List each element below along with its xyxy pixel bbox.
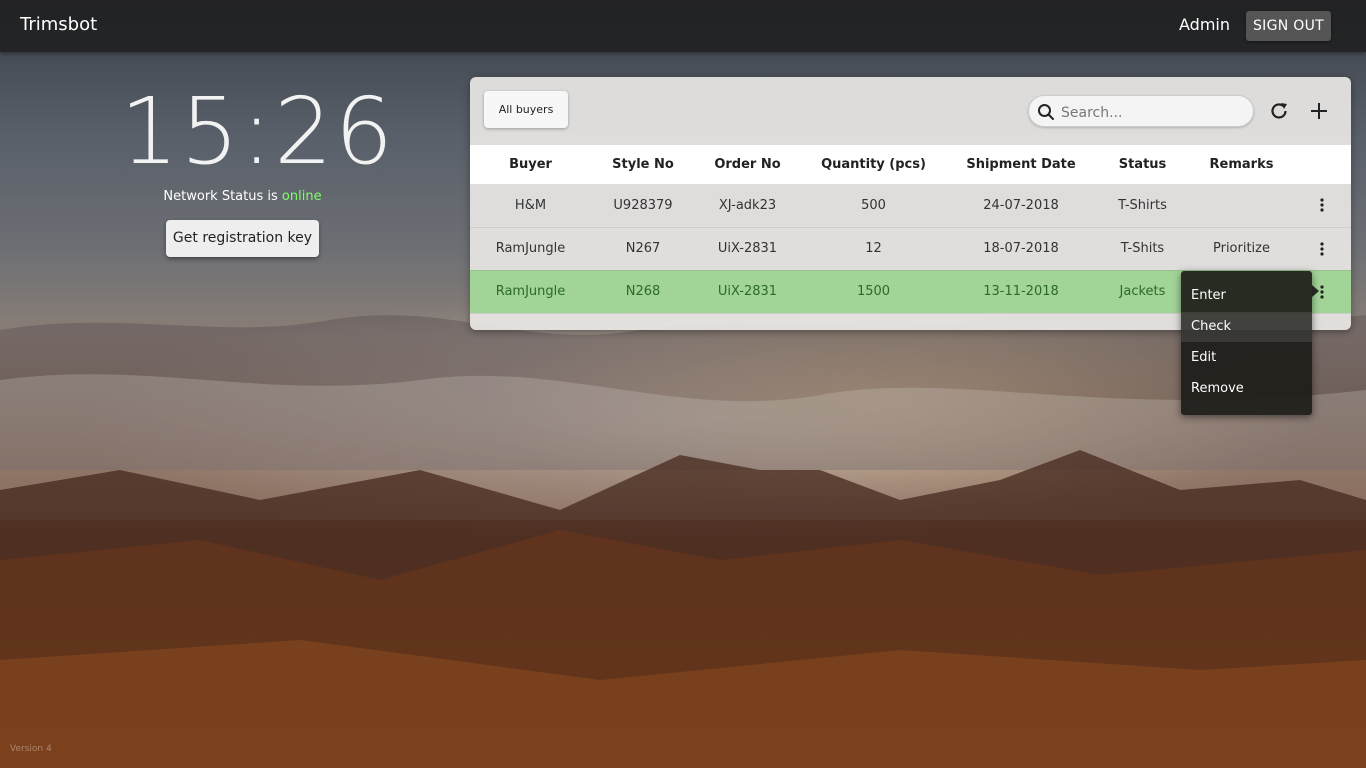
search-input[interactable] [1059,101,1248,125]
menu-item-edit[interactable]: Edit [1181,343,1312,373]
user-name: Admin [1179,15,1230,34]
buyer-filter-button[interactable]: All buyers [484,91,568,128]
cell-status: T-Shits [1120,241,1165,256]
column-header-order-no[interactable]: Order No [695,145,800,184]
cell-remarks: Prioritize [1212,241,1270,256]
cell-buyer: RamJungle [495,241,566,256]
cell-status: Jackets [1119,284,1166,299]
cell-quantity: 500 [861,197,886,213]
more-vert-icon[interactable] [1315,197,1329,213]
row-context-menu: Enter Check Edit Remove [1181,271,1319,415]
cell-style-no: N268 [625,284,661,299]
cell-status: T-Shirts [1118,197,1167,213]
refresh-icon[interactable] [1268,100,1290,122]
sign-out-button[interactable]: SIGN OUT [1246,11,1331,41]
menu-item-remove[interactable]: Remove [1181,374,1312,404]
app-title[interactable]: Trimsbot [20,14,97,35]
search-box [1028,95,1254,127]
network-status-value: online [281,189,322,204]
cell-style-no: U928379 [613,197,673,213]
network-status: Network Status is online [120,189,365,204]
cell-order-no: XJ-adk23 [718,197,777,213]
column-header-remarks[interactable]: Remarks [1190,145,1293,184]
cell-order-no: UiX-2831 [717,241,778,256]
version-label: Version 4 [10,744,52,754]
table-header-row: Buyer Style No Order No Quantity (pcs) S… [470,145,1351,184]
row-actions-cell [1293,227,1351,270]
search-icon [1038,104,1054,120]
network-status-label: Network Status is [163,189,282,204]
cell-buyer: H&M [514,197,547,213]
clock-display: 15:26 [120,78,396,185]
cell-shipment-date: 18-07-2018 [983,241,1059,256]
cell-shipment-date: 13-11-2018 [983,284,1059,299]
menu-item-check[interactable]: Check [1181,312,1312,342]
cell-shipment-date: 24-07-2018 [983,197,1059,213]
cell-quantity: 1500 [856,284,891,299]
cell-remarks [1190,184,1293,227]
plus-icon[interactable] [1308,100,1330,122]
get-registration-key-button[interactable]: Get registration key [166,220,319,257]
table-row[interactable]: RamJungle N267 UiX-2831 12 18-07-2018 T-… [470,227,1351,270]
more-vert-icon[interactable] [1315,241,1329,257]
cell-order-no: UiX-2831 [717,284,778,299]
row-actions-cell [1293,184,1351,227]
column-header-buyer[interactable]: Buyer [470,145,591,184]
table-row[interactable]: H&M U928379 XJ-adk23 500 24-07-2018 T-Sh… [470,184,1351,227]
column-header-actions [1293,145,1351,184]
column-header-style-no[interactable]: Style No [591,145,695,184]
cell-style-no: N267 [625,241,661,256]
top-navbar: Trimsbot Admin SIGN OUT [0,0,1366,52]
column-header-quantity[interactable]: Quantity (pcs) [800,145,947,184]
cell-buyer: RamJungle [495,284,566,299]
column-header-shipment-date[interactable]: Shipment Date [947,145,1095,184]
cell-quantity: 12 [865,241,882,256]
column-header-status[interactable]: Status [1095,145,1190,184]
menu-item-enter[interactable]: Enter [1181,281,1312,311]
